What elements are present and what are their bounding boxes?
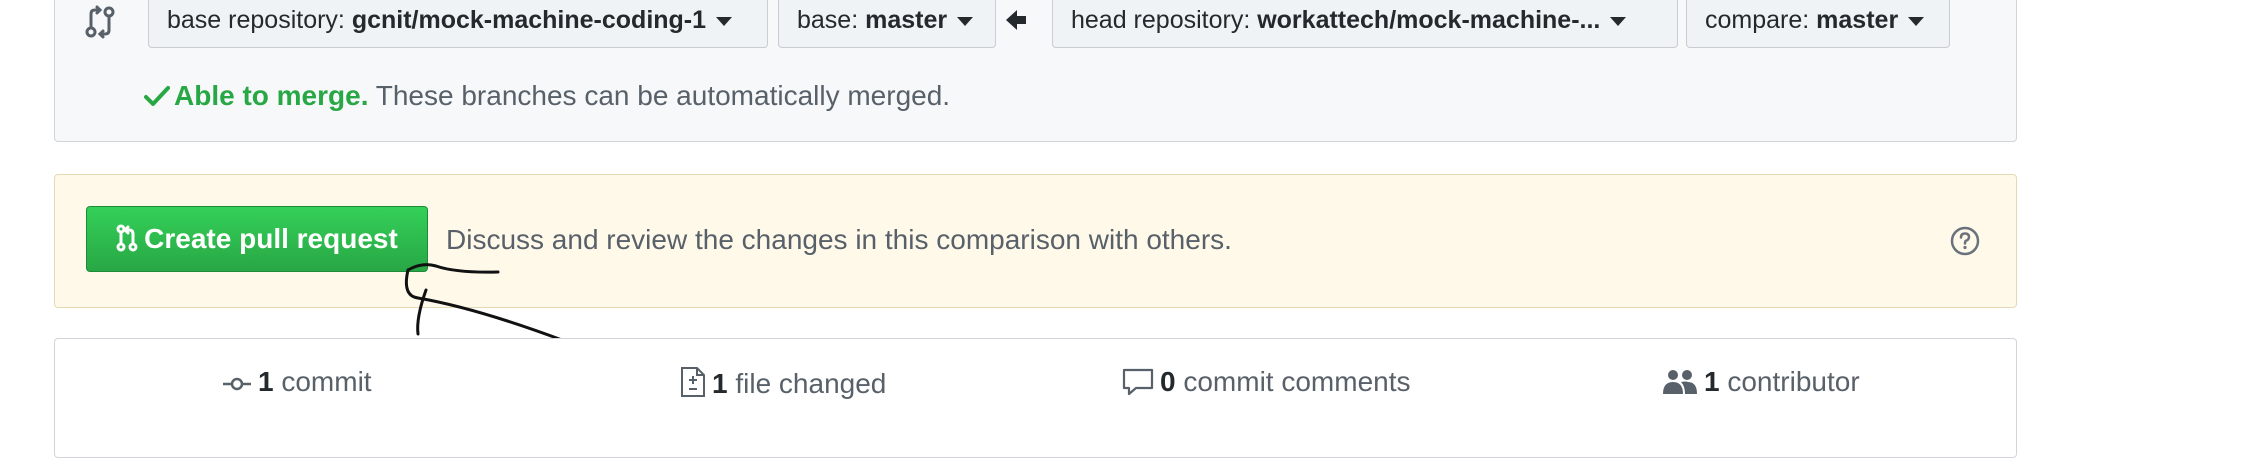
base-repository-select[interactable]: base repository: gcnit/mock-machine-codi… [148, 0, 768, 48]
git-pull-request-icon [116, 224, 138, 252]
numbers-summary [54, 338, 2017, 458]
head-repository-select[interactable]: head repository: workattech/mock-machine… [1052, 0, 1678, 48]
contributors-count: 1 [1704, 366, 1720, 397]
head-repository-value: workattech/mock-machine-... [1257, 6, 1601, 34]
commit-comments-stat[interactable]: 0 commit comments [1122, 366, 1411, 398]
base-repository-label: base repository: [167, 6, 352, 34]
check-icon [144, 86, 170, 106]
merge-status-message: These branches can be automatically merg… [368, 80, 951, 111]
caret-down-icon [1610, 16, 1627, 26]
base-repository-value: gcnit/mock-machine-coding-1 [351, 6, 707, 34]
commits-label: commit [273, 366, 372, 397]
caret-down-icon [1908, 16, 1925, 26]
caret-down-icon [957, 16, 974, 26]
base-branch-label: base: [797, 6, 866, 34]
compare-branch-value: master [1816, 6, 1899, 34]
contributors-label: contributor [1719, 366, 1860, 397]
question-icon[interactable] [1950, 226, 1980, 256]
compare-branch-label: compare: [1705, 6, 1817, 34]
pull-request-description: Discuss and review the changes in this c… [446, 224, 1232, 255]
triangle-left-icon [1006, 10, 1026, 30]
files-label: file changed [727, 368, 887, 399]
merge-status: Able to merge. These branches can be aut… [144, 80, 950, 112]
git-compare-icon [85, 5, 115, 39]
file-diff-icon [681, 367, 705, 397]
caret-down-icon [716, 16, 733, 26]
base-branch-value: master [865, 6, 948, 34]
comment-icon [1122, 368, 1154, 396]
git-commit-icon [223, 377, 251, 391]
comments-label: commit comments [1175, 366, 1411, 397]
comments-count: 0 [1160, 366, 1176, 397]
people-icon [1663, 370, 1697, 394]
commits-count: 1 [258, 366, 274, 397]
files-changed-stat[interactable]: 1 file changed [680, 366, 886, 400]
files-count: 1 [712, 368, 728, 399]
contributors-stat[interactable]: 1 contributor [1662, 366, 1860, 398]
base-branch-select[interactable]: base: master [778, 0, 996, 48]
create-pull-request-label: Create pull request [144, 223, 398, 254]
compare-branch-select[interactable]: compare: master [1686, 0, 1950, 48]
create-pull-request-button[interactable]: Create pull request [86, 206, 428, 272]
commits-stat[interactable]: 1 commit [222, 366, 372, 398]
head-repository-label: head repository: [1071, 6, 1258, 34]
merge-status-ok: Able to merge. [174, 80, 369, 111]
